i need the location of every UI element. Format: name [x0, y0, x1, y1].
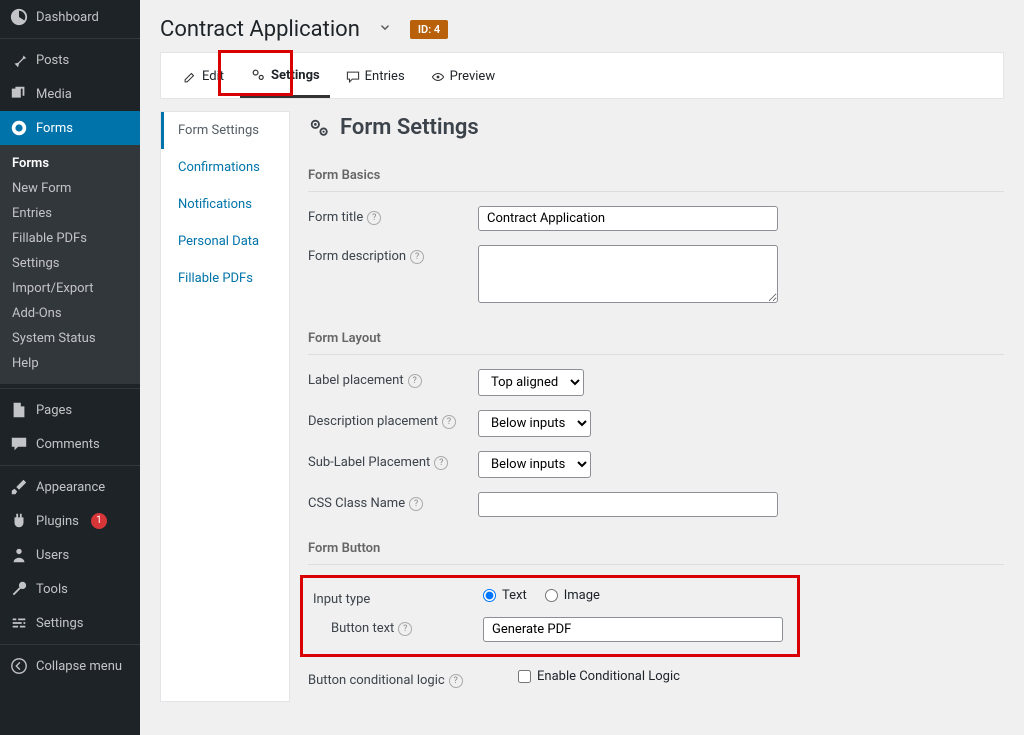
select-label-placement[interactable]: Top aligned — [478, 369, 584, 396]
label-form-title: Form title? — [308, 206, 478, 225]
help-icon[interactable]: ? — [367, 211, 381, 225]
forms-icon — [10, 119, 28, 137]
wrench-icon — [10, 580, 28, 598]
submenu-addons[interactable]: Add-Ons — [0, 301, 140, 326]
subnav-personal-data[interactable]: Personal Data — [161, 223, 289, 260]
input-form-description[interactable] — [478, 245, 778, 303]
main-content: Contract Application ID: 4 Edit Settings… — [140, 0, 1024, 735]
input-form-title[interactable] — [478, 206, 778, 231]
help-icon[interactable]: ? — [449, 674, 463, 688]
section-form-button: Form Button — [308, 531, 1004, 565]
collapse-menu[interactable]: Collapse menu — [0, 649, 140, 683]
collapse-icon — [10, 657, 28, 675]
help-icon[interactable]: ? — [442, 415, 456, 429]
comment-icon — [346, 70, 360, 84]
submenu-help[interactable]: Help — [0, 351, 140, 376]
checkbox-conditional-logic[interactable] — [518, 670, 531, 683]
help-icon[interactable]: ? — [410, 250, 424, 264]
page-header: Contract Application ID: 4 — [160, 0, 1004, 52]
plug-icon — [10, 512, 28, 530]
subnav-fillable-pdfs[interactable]: Fillable PDFs — [161, 260, 289, 297]
label-form-description: Form description? — [308, 245, 478, 264]
subnav-confirmations[interactable]: Confirmations — [161, 149, 289, 186]
pages-icon — [10, 401, 28, 419]
tab-preview[interactable]: Preview — [421, 53, 505, 98]
pencil-icon — [183, 70, 197, 84]
settings-subnav: Form Settings Confirmations Notification… — [160, 111, 290, 702]
submenu-forms[interactable]: Forms — [0, 151, 140, 176]
form-name: Contract Application — [160, 17, 360, 42]
sliders-icon — [10, 614, 28, 632]
eye-icon — [431, 70, 445, 84]
label-label-placement: Label placement? — [308, 369, 478, 388]
submenu-entries[interactable]: Entries — [0, 201, 140, 226]
gears-icon — [250, 67, 266, 83]
help-icon[interactable]: ? — [409, 497, 423, 511]
checkbox-label: Enable Conditional Logic — [537, 669, 680, 684]
panel-title: Form Settings — [308, 115, 1004, 140]
label-button-text: Button text? — [313, 617, 483, 636]
active-menu-notch — [140, 108, 146, 120]
subnav-notifications[interactable]: Notifications — [161, 186, 289, 223]
sidebar-item-comments[interactable]: Comments — [0, 427, 140, 461]
tab-edit[interactable]: Edit — [173, 53, 234, 98]
sidebar-item-pages[interactable]: Pages — [0, 393, 140, 427]
gears-icon — [308, 117, 330, 139]
help-icon[interactable]: ? — [408, 374, 422, 388]
highlight-button-settings: Input type Text Image Button text? — [300, 575, 800, 657]
help-icon[interactable]: ? — [398, 622, 412, 636]
input-button-text[interactable] — [483, 617, 783, 642]
submenu-new-form[interactable]: New Form — [0, 176, 140, 201]
section-form-layout: Form Layout — [308, 321, 1004, 355]
users-icon — [10, 546, 28, 564]
submenu-import-export[interactable]: Import/Export — [0, 276, 140, 301]
help-icon[interactable]: ? — [434, 456, 448, 470]
sidebar-item-settings[interactable]: Settings — [0, 606, 140, 640]
subnav-form-settings[interactable]: Form Settings — [161, 112, 289, 149]
submenu-settings[interactable]: Settings — [0, 251, 140, 276]
label-input-type: Input type — [313, 588, 483, 607]
submenu-system-status[interactable]: System Status — [0, 326, 140, 351]
radio-text[interactable]: Text — [483, 588, 527, 603]
tab-settings[interactable]: Settings — [240, 53, 330, 98]
sidebar-item-appearance[interactable]: Appearance — [0, 470, 140, 504]
select-description-placement[interactable]: Below inputs — [478, 410, 591, 437]
comments-icon — [10, 435, 28, 453]
sidebar-item-forms[interactable]: Forms — [0, 111, 140, 145]
label-css-class: CSS Class Name? — [308, 492, 478, 511]
brush-icon — [10, 478, 28, 496]
forms-submenu: Forms New Form Entries Fillable PDFs Set… — [0, 145, 140, 384]
media-icon — [10, 85, 28, 103]
admin-sidebar: Dashboard Posts Media Forms Forms New Fo… — [0, 0, 140, 735]
label-conditional-logic: Button conditional logic? — [308, 669, 518, 688]
input-css-class[interactable] — [478, 492, 778, 517]
label-description-placement: Description placement? — [308, 410, 478, 429]
sidebar-item-tools[interactable]: Tools — [0, 572, 140, 606]
label-sublabel-placement: Sub-Label Placement? — [308, 451, 478, 470]
form-switcher[interactable] — [374, 16, 396, 42]
form-tabs: Edit Settings Entries Preview — [160, 52, 1004, 99]
sidebar-item-users[interactable]: Users — [0, 538, 140, 572]
form-id-chip: ID: 4 — [410, 20, 448, 39]
sidebar-item-posts[interactable]: Posts — [0, 43, 140, 77]
section-form-basics: Form Basics — [308, 158, 1004, 192]
plugin-update-badge: 1 — [91, 513, 107, 529]
select-sublabel-placement[interactable]: Below inputs — [478, 451, 591, 478]
settings-panel: Form Settings Form Basics Form title? Fo… — [290, 111, 1004, 702]
sidebar-item-media[interactable]: Media — [0, 77, 140, 111]
sidebar-item-plugins[interactable]: Plugins1 — [0, 504, 140, 538]
dashboard-icon — [10, 8, 28, 26]
pin-icon — [10, 51, 28, 69]
submenu-fillable-pdfs[interactable]: Fillable PDFs — [0, 226, 140, 251]
tab-entries[interactable]: Entries — [336, 53, 415, 98]
sidebar-item-dashboard[interactable]: Dashboard — [0, 0, 140, 34]
radio-image[interactable]: Image — [545, 588, 600, 603]
